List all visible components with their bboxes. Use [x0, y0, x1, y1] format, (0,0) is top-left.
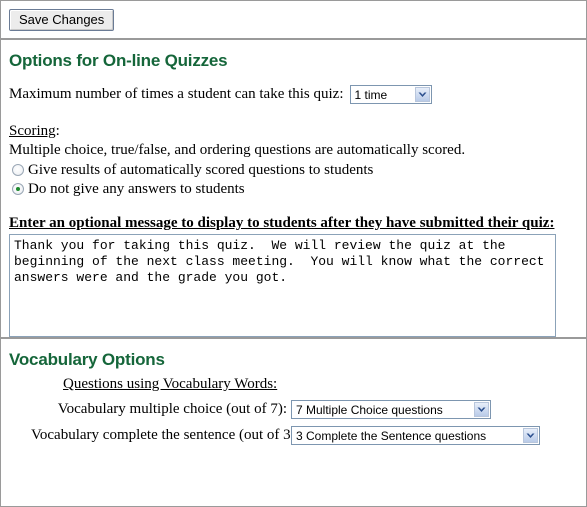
scoring-note: Multiple choice, true/false, and orderin… — [9, 142, 466, 158]
vocabulary-multiple-choice-label: Vocabulary multiple choice (out of 7): — [57, 401, 287, 417]
divider-bottom — [1, 337, 586, 339]
radio-label-no-answers: Do not give any answers to students — [28, 181, 245, 197]
radio-icon-no-answers[interactable] — [12, 183, 24, 195]
max-attempts-select-value: 1 time — [354, 87, 388, 102]
chevron-down-icon — [414, 87, 430, 102]
message-heading: Enter an optional message to display to … — [9, 215, 555, 231]
vocabulary-complete-sentence-select[interactable]: 3 Complete the Sentence questions — [291, 426, 540, 445]
scoring-label-row: Scoring: — [9, 122, 586, 141]
max-attempts-select[interactable]: 1 time — [349, 85, 432, 104]
toolbar: Save Changes — [1, 1, 586, 38]
message-textarea[interactable] — [9, 234, 556, 337]
quiz-section-title: Options for On-line Quizzes — [9, 51, 228, 70]
radio-no-answers[interactable]: Do not give any answers to students — [12, 180, 586, 198]
chevron-down-icon — [523, 428, 538, 443]
vocabulary-section-title: Vocabulary Options — [9, 350, 165, 369]
quiz-options-page: Save Changes Options for On-line Quizzes… — [0, 0, 587, 507]
vocabulary-multiple-choice-select[interactable]: 7 Multiple Choice questions — [291, 400, 491, 419]
save-changes-button[interactable]: Save Changes — [9, 9, 115, 31]
divider-top — [1, 38, 586, 40]
radio-label-give-results: Give results of automatically scored que… — [28, 162, 374, 178]
vocabulary-multiple-choice-row: Vocabulary multiple choice (out of 7): 7… — [1, 400, 586, 419]
vocabulary-complete-sentence-value: 3 Complete the Sentence questions — [296, 428, 487, 443]
radio-give-results[interactable]: Give results of automatically scored que… — [12, 161, 586, 179]
vocabulary-multiple-choice-value: 7 Multiple Choice questions — [296, 402, 443, 417]
max-attempts-row: Maximum number of times a student can ta… — [9, 85, 586, 104]
radio-icon-give-results[interactable] — [12, 164, 24, 176]
vocabulary-complete-sentence-row: Vocabulary complete the sentence (out of… — [1, 426, 586, 445]
scoring-label: Scoring — [9, 123, 56, 139]
max-attempts-label: Maximum number of times a student can ta… — [9, 86, 344, 102]
chevron-down-icon — [474, 402, 489, 417]
vocabulary-subheading: Questions using Vocabulary Words: — [63, 376, 278, 392]
vocabulary-complete-sentence-label: Vocabulary complete the sentence (out of… — [31, 427, 300, 443]
scoring-colon: : — [55, 123, 60, 139]
